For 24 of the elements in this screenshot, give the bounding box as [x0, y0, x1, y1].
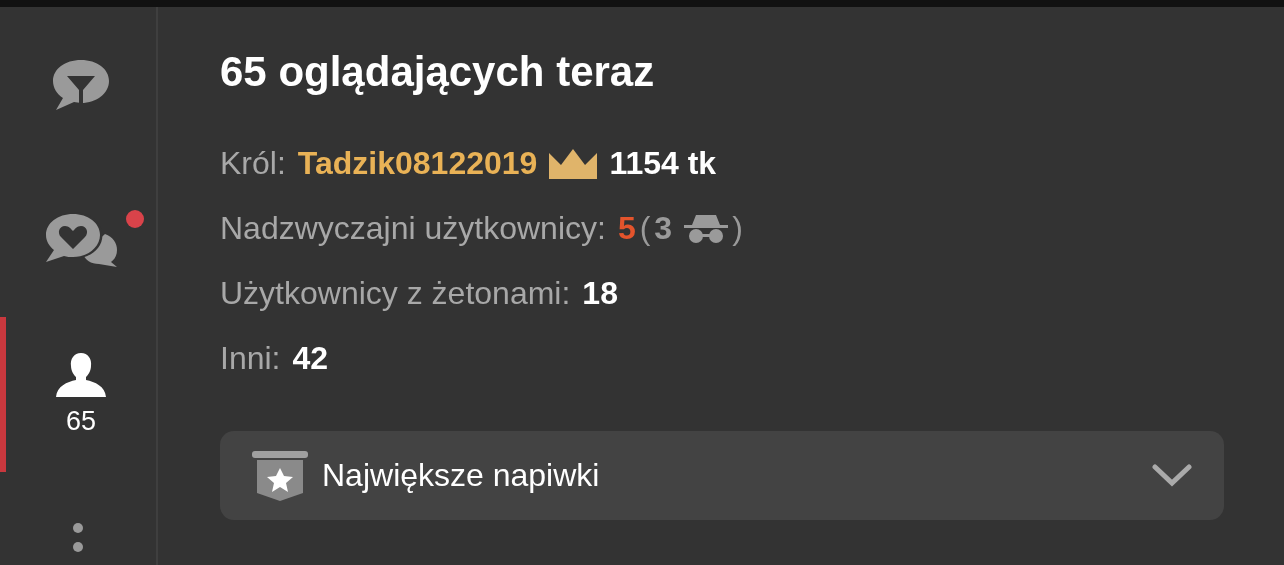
chevron-down-icon: [1152, 463, 1192, 488]
stat-label: Użytkownicy z żetonami:: [220, 275, 571, 313]
paren-text: (: [639, 210, 651, 248]
dropdown-label: Największe napiwki: [322, 457, 601, 495]
sidebar-tab[interactable]: 65: [0, 317, 156, 472]
hidden-count: 3: [654, 210, 673, 248]
king-label: Król:: [220, 145, 286, 183]
person-icon: [56, 352, 106, 398]
stat-label: Nadzwyczajni użytkownicy:: [220, 210, 606, 248]
spy-icon: [684, 213, 729, 244]
filter-chat-icon: [51, 57, 111, 112]
top-tips-dropdown[interactable]: Największe napiwki: [220, 431, 1224, 521]
stat-value: 5: [617, 210, 636, 248]
stat-value: 42: [292, 340, 329, 378]
viewer-count-title: 65 oglądających teraz: [220, 47, 656, 97]
king-username[interactable]: Tadzik08122019: [297, 145, 538, 183]
stat-value: 18: [582, 275, 618, 313]
heart-chats-icon: [43, 211, 119, 268]
token-amount: 1154 tk: [609, 145, 717, 183]
stat-label: Inni:: [220, 340, 281, 378]
paren-text: ): [732, 210, 743, 248]
star-badge-icon: [252, 450, 308, 501]
user-count: 65: [65, 406, 96, 437]
crown-icon: [549, 148, 598, 179]
